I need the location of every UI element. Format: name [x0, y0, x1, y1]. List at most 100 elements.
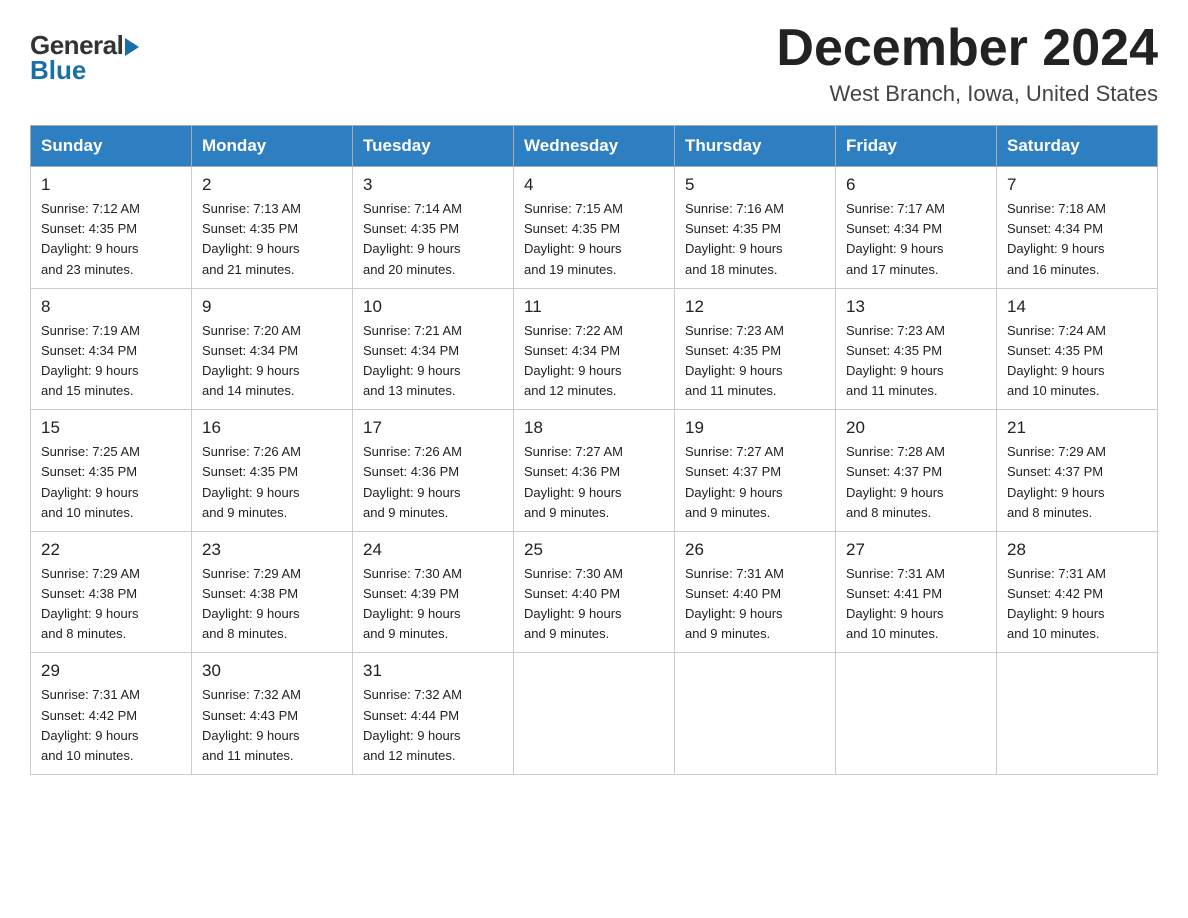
table-row: 24 Sunrise: 7:30 AMSunset: 4:39 PMDaylig…	[353, 531, 514, 653]
table-row: 2 Sunrise: 7:13 AMSunset: 4:35 PMDayligh…	[192, 167, 353, 289]
table-row: 12 Sunrise: 7:23 AMSunset: 4:35 PMDaylig…	[675, 288, 836, 410]
day-info: Sunrise: 7:13 AMSunset: 4:35 PMDaylight:…	[202, 199, 342, 280]
day-info: Sunrise: 7:26 AMSunset: 4:36 PMDaylight:…	[363, 442, 503, 523]
day-number: 10	[363, 297, 503, 317]
location-subtitle: West Branch, Iowa, United States	[776, 81, 1158, 107]
day-info: Sunrise: 7:31 AMSunset: 4:41 PMDaylight:…	[846, 564, 986, 645]
header-thursday: Thursday	[675, 126, 836, 167]
table-row	[675, 653, 836, 775]
table-row	[997, 653, 1158, 775]
table-row: 10 Sunrise: 7:21 AMSunset: 4:34 PMDaylig…	[353, 288, 514, 410]
header-wednesday: Wednesday	[514, 126, 675, 167]
day-number: 21	[1007, 418, 1147, 438]
day-info: Sunrise: 7:32 AMSunset: 4:43 PMDaylight:…	[202, 685, 342, 766]
table-row: 23 Sunrise: 7:29 AMSunset: 4:38 PMDaylig…	[192, 531, 353, 653]
day-info: Sunrise: 7:28 AMSunset: 4:37 PMDaylight:…	[846, 442, 986, 523]
day-info: Sunrise: 7:31 AMSunset: 4:40 PMDaylight:…	[685, 564, 825, 645]
day-number: 9	[202, 297, 342, 317]
day-info: Sunrise: 7:31 AMSunset: 4:42 PMDaylight:…	[41, 685, 181, 766]
day-number: 13	[846, 297, 986, 317]
day-number: 20	[846, 418, 986, 438]
table-row	[514, 653, 675, 775]
table-row: 13 Sunrise: 7:23 AMSunset: 4:35 PMDaylig…	[836, 288, 997, 410]
table-row: 22 Sunrise: 7:29 AMSunset: 4:38 PMDaylig…	[31, 531, 192, 653]
day-number: 8	[41, 297, 181, 317]
calendar-table: Sunday Monday Tuesday Wednesday Thursday…	[30, 125, 1158, 775]
day-info: Sunrise: 7:23 AMSunset: 4:35 PMDaylight:…	[685, 321, 825, 402]
day-number: 23	[202, 540, 342, 560]
day-info: Sunrise: 7:29 AMSunset: 4:37 PMDaylight:…	[1007, 442, 1147, 523]
day-number: 14	[1007, 297, 1147, 317]
day-number: 17	[363, 418, 503, 438]
page-header: General Blue December 2024 West Branch, …	[30, 20, 1158, 107]
day-info: Sunrise: 7:32 AMSunset: 4:44 PMDaylight:…	[363, 685, 503, 766]
day-info: Sunrise: 7:24 AMSunset: 4:35 PMDaylight:…	[1007, 321, 1147, 402]
day-number: 7	[1007, 175, 1147, 195]
logo-arrow-icon	[125, 38, 139, 56]
header-saturday: Saturday	[997, 126, 1158, 167]
day-info: Sunrise: 7:30 AMSunset: 4:40 PMDaylight:…	[524, 564, 664, 645]
title-area: December 2024 West Branch, Iowa, United …	[776, 20, 1158, 107]
table-row: 29 Sunrise: 7:31 AMSunset: 4:42 PMDaylig…	[31, 653, 192, 775]
day-info: Sunrise: 7:18 AMSunset: 4:34 PMDaylight:…	[1007, 199, 1147, 280]
table-row: 28 Sunrise: 7:31 AMSunset: 4:42 PMDaylig…	[997, 531, 1158, 653]
day-info: Sunrise: 7:21 AMSunset: 4:34 PMDaylight:…	[363, 321, 503, 402]
day-info: Sunrise: 7:14 AMSunset: 4:35 PMDaylight:…	[363, 199, 503, 280]
month-title: December 2024	[776, 20, 1158, 77]
table-row: 9 Sunrise: 7:20 AMSunset: 4:34 PMDayligh…	[192, 288, 353, 410]
table-row: 17 Sunrise: 7:26 AMSunset: 4:36 PMDaylig…	[353, 410, 514, 532]
table-row: 6 Sunrise: 7:17 AMSunset: 4:34 PMDayligh…	[836, 167, 997, 289]
table-row: 25 Sunrise: 7:30 AMSunset: 4:40 PMDaylig…	[514, 531, 675, 653]
table-row: 20 Sunrise: 7:28 AMSunset: 4:37 PMDaylig…	[836, 410, 997, 532]
table-row: 31 Sunrise: 7:32 AMSunset: 4:44 PMDaylig…	[353, 653, 514, 775]
day-number: 3	[363, 175, 503, 195]
day-number: 24	[363, 540, 503, 560]
table-row: 3 Sunrise: 7:14 AMSunset: 4:35 PMDayligh…	[353, 167, 514, 289]
day-info: Sunrise: 7:31 AMSunset: 4:42 PMDaylight:…	[1007, 564, 1147, 645]
day-number: 4	[524, 175, 664, 195]
header-tuesday: Tuesday	[353, 126, 514, 167]
day-info: Sunrise: 7:15 AMSunset: 4:35 PMDaylight:…	[524, 199, 664, 280]
day-number: 22	[41, 540, 181, 560]
table-row: 30 Sunrise: 7:32 AMSunset: 4:43 PMDaylig…	[192, 653, 353, 775]
calendar-week-row: 15 Sunrise: 7:25 AMSunset: 4:35 PMDaylig…	[31, 410, 1158, 532]
day-number: 19	[685, 418, 825, 438]
table-row: 14 Sunrise: 7:24 AMSunset: 4:35 PMDaylig…	[997, 288, 1158, 410]
day-info: Sunrise: 7:29 AMSunset: 4:38 PMDaylight:…	[41, 564, 181, 645]
day-number: 6	[846, 175, 986, 195]
table-row: 16 Sunrise: 7:26 AMSunset: 4:35 PMDaylig…	[192, 410, 353, 532]
logo-blue-text: Blue	[30, 55, 86, 86]
day-number: 5	[685, 175, 825, 195]
table-row: 19 Sunrise: 7:27 AMSunset: 4:37 PMDaylig…	[675, 410, 836, 532]
day-number: 16	[202, 418, 342, 438]
day-number: 27	[846, 540, 986, 560]
logo: General Blue	[30, 30, 139, 86]
day-number: 30	[202, 661, 342, 681]
header-monday: Monday	[192, 126, 353, 167]
table-row: 15 Sunrise: 7:25 AMSunset: 4:35 PMDaylig…	[31, 410, 192, 532]
day-number: 29	[41, 661, 181, 681]
day-number: 1	[41, 175, 181, 195]
day-number: 15	[41, 418, 181, 438]
day-info: Sunrise: 7:17 AMSunset: 4:34 PMDaylight:…	[846, 199, 986, 280]
day-number: 11	[524, 297, 664, 317]
table-row: 7 Sunrise: 7:18 AMSunset: 4:34 PMDayligh…	[997, 167, 1158, 289]
day-number: 12	[685, 297, 825, 317]
day-info: Sunrise: 7:30 AMSunset: 4:39 PMDaylight:…	[363, 564, 503, 645]
day-info: Sunrise: 7:23 AMSunset: 4:35 PMDaylight:…	[846, 321, 986, 402]
calendar-week-row: 22 Sunrise: 7:29 AMSunset: 4:38 PMDaylig…	[31, 531, 1158, 653]
table-row: 4 Sunrise: 7:15 AMSunset: 4:35 PMDayligh…	[514, 167, 675, 289]
table-row: 26 Sunrise: 7:31 AMSunset: 4:40 PMDaylig…	[675, 531, 836, 653]
table-row: 11 Sunrise: 7:22 AMSunset: 4:34 PMDaylig…	[514, 288, 675, 410]
day-info: Sunrise: 7:26 AMSunset: 4:35 PMDaylight:…	[202, 442, 342, 523]
day-number: 2	[202, 175, 342, 195]
day-number: 26	[685, 540, 825, 560]
calendar-week-row: 8 Sunrise: 7:19 AMSunset: 4:34 PMDayligh…	[31, 288, 1158, 410]
day-info: Sunrise: 7:29 AMSunset: 4:38 PMDaylight:…	[202, 564, 342, 645]
table-row: 21 Sunrise: 7:29 AMSunset: 4:37 PMDaylig…	[997, 410, 1158, 532]
day-number: 18	[524, 418, 664, 438]
table-row: 27 Sunrise: 7:31 AMSunset: 4:41 PMDaylig…	[836, 531, 997, 653]
day-info: Sunrise: 7:27 AMSunset: 4:37 PMDaylight:…	[685, 442, 825, 523]
day-info: Sunrise: 7:22 AMSunset: 4:34 PMDaylight:…	[524, 321, 664, 402]
day-number: 25	[524, 540, 664, 560]
